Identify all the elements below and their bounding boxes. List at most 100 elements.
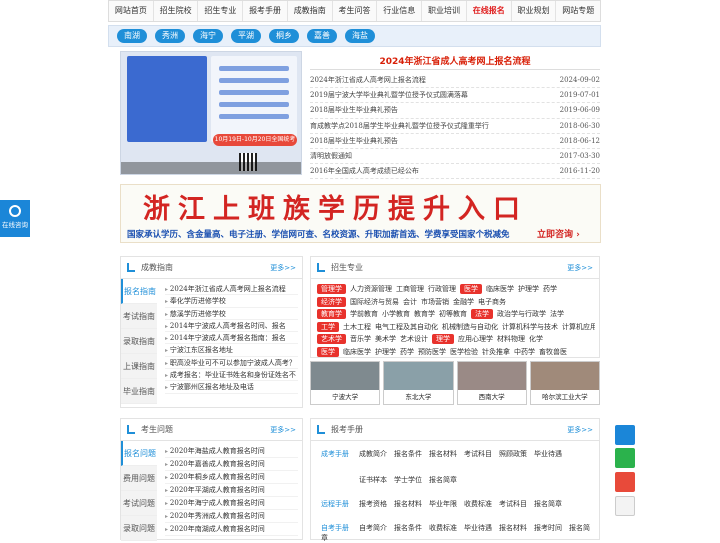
major-link[interactable]: 工商管理	[396, 283, 424, 296]
university-logo[interactable]: 西南大学	[456, 361, 527, 405]
article-link[interactable]: 2020年海宁成人教育报名时间	[165, 497, 298, 510]
panel-tab[interactable]: 考试指南	[121, 304, 157, 329]
major-link[interactable]: 小学教育	[382, 308, 410, 321]
handbook-link[interactable]: 报考时间	[534, 524, 562, 532]
major-link[interactable]: 人力资源管理	[350, 283, 392, 296]
handbook-link[interactable]: 报名简章	[429, 476, 457, 484]
major-link[interactable]: 材料物理	[497, 333, 525, 346]
major-link[interactable]: 电气工程及其自动化	[375, 321, 438, 334]
handbook-link[interactable]: 毕业年限	[429, 500, 457, 508]
article-link[interactable]: 职高没毕业可不可以参加宁波成人高考？	[165, 357, 298, 370]
panel-tab[interactable]: 费用问题	[121, 466, 157, 491]
university-logo[interactable]: 宁波大学	[310, 361, 381, 405]
more-link[interactable]: 更多>>	[567, 257, 593, 279]
major-link[interactable]: 会计	[403, 296, 417, 309]
news-item[interactable]: 2019届宁波大学毕业典礼暨学位授予仪式圆满落幕 2019-07-01	[310, 88, 600, 104]
major-link[interactable]: 预防医学	[418, 346, 446, 359]
handbook-link[interactable]: 报名材料	[394, 500, 422, 508]
city-button[interactable]: 平湖	[231, 29, 261, 43]
news-title[interactable]: 育成教学点2018届学生毕业典礼暨学位授予仪式隆重举行	[310, 119, 489, 133]
news-item[interactable]: 2024年浙江省成人高考网上报名流程 2024-09-02	[310, 73, 600, 89]
major-category-tag[interactable]: 工学	[317, 321, 339, 332]
major-link[interactable]: 教育学	[414, 308, 435, 321]
nav-item-topics[interactable]: 网站专题	[556, 1, 600, 21]
nav-item-guide[interactable]: 成教指南	[288, 1, 333, 21]
major-category-tag[interactable]: 医学	[317, 346, 339, 357]
major-link[interactable]: 化学	[529, 333, 543, 346]
major-link[interactable]: 土木工程	[343, 321, 371, 334]
handbook-link[interactable]: 报名材料	[499, 524, 527, 532]
article-link[interactable]: 2014年宁波成人高考报名时间、报名	[165, 320, 298, 333]
handbook-link[interactable]: 报名材料	[429, 450, 457, 458]
major-link[interactable]: 行政管理	[428, 283, 456, 296]
online-consult-button[interactable]: 在线咨询	[0, 200, 30, 237]
nav-item-career[interactable]: 职业规划	[512, 1, 557, 21]
major-link[interactable]: 市场营销	[421, 296, 449, 309]
major-link[interactable]: 护理学	[518, 283, 539, 296]
more-link[interactable]: 更多>>	[567, 419, 593, 441]
article-link[interactable]: 2020年嘉善成人教育报名时间	[165, 458, 298, 471]
major-link[interactable]: 学前教育	[350, 308, 378, 321]
major-link[interactable]: 金融学	[453, 296, 474, 309]
major-link[interactable]: 临床医学	[343, 346, 371, 359]
news-title[interactable]: 清明放假通知	[310, 149, 352, 163]
major-link[interactable]: 国际经济与贸易	[350, 296, 399, 309]
major-link[interactable]: 药学	[543, 283, 557, 296]
article-link[interactable]: 宁波鄞州区报名地址及电话	[165, 381, 298, 394]
city-button[interactable]: 海宁	[193, 29, 223, 43]
major-link[interactable]: 计算机应用技术	[562, 321, 595, 334]
major-link[interactable]: 法学	[550, 308, 564, 321]
major-link[interactable]: 艺术设计	[400, 333, 428, 346]
news-item[interactable]: 2018届毕业生毕业典礼预告 2018-06-12	[310, 134, 600, 149]
nav-item-home[interactable]: 网站首页	[109, 1, 154, 21]
handbook-link[interactable]: 收费标准	[464, 500, 492, 508]
article-link[interactable]: 2020年桐乡成人教育报名时间	[165, 471, 298, 484]
handbook-link[interactable]: 学士学位	[394, 476, 422, 484]
news-item[interactable]: 2016年全国成人高考成绩已经公布 2016-11-20	[310, 164, 600, 180]
major-link[interactable]: 医学检验	[450, 346, 478, 359]
major-link[interactable]: 畜牧兽医	[539, 346, 567, 359]
article-link[interactable]: 奉化学历进修学校	[165, 295, 298, 308]
handbook-link[interactable]: 照顾政策	[499, 450, 527, 458]
major-link[interactable]: 初等教育	[439, 308, 467, 321]
handbook-link[interactable]: 报名条件	[394, 450, 422, 458]
panel-tab[interactable]: 考试问题	[121, 491, 157, 516]
article-link[interactable]: 成考报名：毕业证书姓名和身份证姓名不	[165, 369, 298, 382]
handbook-link[interactable]: 报考资格	[359, 500, 387, 508]
major-category-tag[interactable]: 法学	[471, 309, 493, 320]
news-title[interactable]: 2019届宁波大学毕业典礼暨学位授予仪式圆满落幕	[310, 88, 468, 102]
university-logo[interactable]: 东北大学	[383, 361, 454, 405]
handbook-link[interactable]: 证书样本	[359, 476, 387, 484]
article-link[interactable]: 2020年海盐成人教育报名时间	[165, 445, 298, 458]
article-link[interactable]: 慈溪学历进修学校	[165, 308, 298, 320]
panel-tab[interactable]: 毕业指南	[121, 379, 157, 404]
handbook-link[interactable]: 考试科目	[499, 500, 527, 508]
major-link[interactable]: 美术学	[375, 333, 396, 346]
major-category-tag[interactable]: 管理学	[317, 284, 346, 295]
nav-item-schools[interactable]: 招生院校	[154, 1, 199, 21]
major-link[interactable]: 护理学	[375, 346, 396, 359]
panel-tab[interactable]: 报名指南	[121, 279, 157, 304]
major-link[interactable]: 电子商务	[478, 296, 506, 309]
major-category-tag[interactable]: 医学	[460, 284, 482, 295]
major-link[interactable]: 音乐学	[350, 333, 371, 346]
news-headline[interactable]: 2024年浙江省成人高考网上报名流程	[310, 54, 600, 70]
nav-item-handbook[interactable]: 报考手册	[243, 1, 288, 21]
major-category-tag[interactable]: 经济学	[317, 296, 346, 307]
phone-icon[interactable]	[615, 472, 635, 492]
more-link[interactable]: 更多>>	[270, 257, 296, 279]
article-link[interactable]: 2020年平湖成人教育报名时间	[165, 484, 298, 497]
handbook-link[interactable]: 成教简介	[359, 450, 387, 458]
major-link[interactable]: 中药学	[514, 346, 535, 359]
article-link[interactable]: 2014年宁波成人高考报名指南：报名	[165, 332, 298, 345]
qq-icon[interactable]	[615, 425, 635, 445]
handbook-link[interactable]: 报名简章	[534, 500, 562, 508]
handbook-link[interactable]: 收费标准	[429, 524, 457, 532]
major-category-tag[interactable]: 教育学	[317, 309, 346, 320]
news-item[interactable]: 清明放假通知 2017-03-30	[310, 149, 600, 165]
news-item[interactable]: 育成教学点2018届学生毕业典礼暨学位授予仪式隆重举行 2018-06-30	[310, 119, 600, 134]
consult-button[interactable]: 立即咨询 ›	[537, 227, 591, 240]
nav-item-apply[interactable]: 在线报名	[467, 1, 512, 21]
major-link[interactable]: 针灸推拿	[482, 346, 510, 359]
more-link[interactable]: 更多>>	[270, 419, 296, 441]
